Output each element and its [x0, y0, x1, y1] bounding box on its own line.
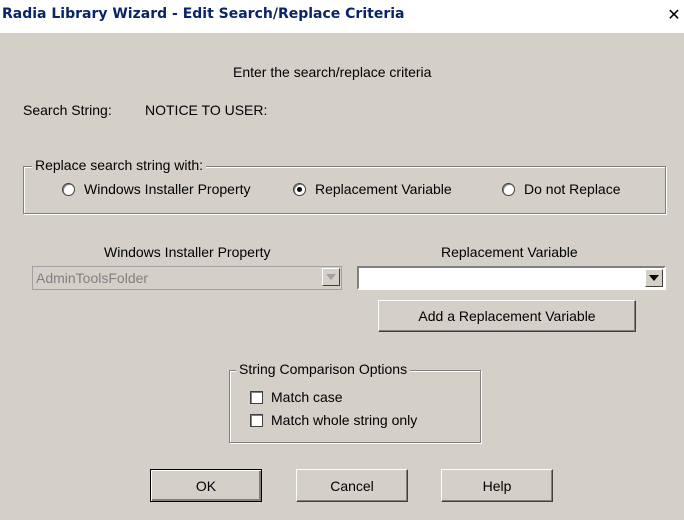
dropdown-arrow[interactable]	[322, 268, 340, 286]
chevron-down-icon	[649, 275, 659, 281]
radio-button-icon[interactable]	[62, 182, 75, 196]
radio-label: Replacement Variable	[315, 181, 452, 197]
comparison-group	[229, 370, 481, 443]
radio-replacement-variable[interactable]: Replacement Variable	[293, 181, 452, 197]
title-bar[interactable]: Radia Library Wizard - Edit Search/Repla…	[0, 0, 684, 33]
wi-property-label: Windows Installer Property	[104, 244, 271, 260]
comparison-group-legend: String Comparison Options	[236, 361, 411, 377]
cancel-button[interactable]: Cancel	[296, 469, 408, 502]
radio-do-not-replace[interactable]: Do not Replace	[502, 181, 621, 197]
checkbox-icon[interactable]	[250, 413, 263, 427]
window-title: Radia Library Wizard - Edit Search/Repla…	[2, 6, 405, 22]
match-whole-string-checkbox[interactable]: Match whole string only	[250, 412, 417, 428]
wi-property-dropdown[interactable]: AdminToolsFolder	[32, 266, 342, 290]
wi-property-value: AdminToolsFolder	[36, 270, 149, 286]
chevron-down-icon	[326, 274, 336, 280]
ok-button[interactable]: OK	[150, 469, 262, 502]
dropdown-arrow[interactable]	[645, 269, 663, 287]
radio-label: Windows Installer Property	[84, 181, 251, 197]
radio-button-icon[interactable]	[502, 182, 515, 196]
radio-windows-installer-property[interactable]: Windows Installer Property	[62, 181, 251, 197]
radio-button-selected-icon[interactable]	[293, 182, 306, 196]
checkbox-icon[interactable]	[250, 390, 263, 404]
close-icon[interactable]: ✕	[664, 4, 684, 26]
dialog-window: Radia Library Wizard - Edit Search/Repla…	[0, 0, 684, 520]
help-button[interactable]: Help	[441, 469, 553, 502]
search-string-value: NOTICE TO USER:	[145, 102, 268, 118]
instruction-text: Enter the search/replace criteria	[233, 64, 432, 80]
replacement-variable-label: Replacement Variable	[441, 244, 578, 260]
search-string-label: Search String:	[23, 102, 112, 118]
match-case-checkbox[interactable]: Match case	[250, 389, 343, 405]
add-replacement-variable-button[interactable]: Add a Replacement Variable	[378, 300, 636, 332]
replacement-variable-dropdown[interactable]	[357, 266, 666, 290]
checkbox-label: Match whole string only	[271, 412, 418, 428]
radio-label: Do not Replace	[524, 181, 621, 197]
replace-group-legend: Replace search string with:	[32, 157, 207, 173]
checkbox-label: Match case	[271, 389, 343, 405]
